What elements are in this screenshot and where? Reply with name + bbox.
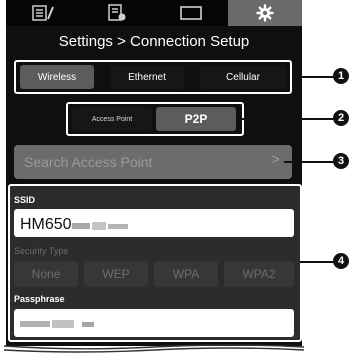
ssid-redacted-blur [72, 219, 130, 231]
passphrase-label: Passphrase [14, 294, 65, 304]
tab-display[interactable] [154, 0, 228, 26]
callout-1: 1 [333, 68, 349, 84]
tab-settings[interactable] [228, 0, 302, 26]
device-screen: Settings > Connection Setup Wireless Eth… [6, 0, 302, 346]
security-option-wpa[interactable]: WPA [154, 261, 218, 287]
callout-line-3 [284, 161, 335, 163]
display-icon [179, 5, 203, 21]
list-settings-icon [107, 4, 127, 22]
connection-option-cellular[interactable]: Cellular [200, 65, 286, 89]
chevron-right-icon: > [271, 151, 280, 168]
callout-line-4 [300, 261, 335, 263]
mode-option-p2p[interactable]: P2P [156, 107, 236, 131]
gear-icon [256, 4, 274, 22]
connection-option-ethernet[interactable]: Ethernet [110, 65, 184, 89]
security-type-label: Security Type [14, 246, 69, 256]
callout-3: 3 [333, 153, 349, 169]
page-title: Settings > Connection Setup [58, 33, 250, 50]
tab-bar [6, 0, 302, 26]
security-option-wep[interactable]: WEP [84, 261, 148, 287]
search-access-point-label: Search Access Point [24, 154, 153, 170]
tab-list-edit[interactable] [6, 0, 80, 26]
callout-line-1 [300, 76, 335, 78]
list-edit-icon [31, 5, 55, 21]
security-option-none[interactable]: None [14, 261, 78, 287]
torn-edge-decoration [4, 344, 304, 353]
security-option-wpa2[interactable]: WPA2 [224, 261, 294, 287]
callout-line-2 [242, 118, 335, 120]
mode-option-access-point[interactable]: Access Point [72, 107, 152, 131]
connection-option-wireless[interactable]: Wireless [20, 65, 94, 89]
passphrase-redacted-blur [20, 317, 110, 329]
ssid-label: SSID [14, 195, 36, 205]
callout-4: 4 [333, 253, 349, 269]
callout-2: 2 [333, 110, 349, 126]
tab-list-settings[interactable] [80, 0, 154, 26]
ssid-value: HM650- [20, 216, 77, 233]
